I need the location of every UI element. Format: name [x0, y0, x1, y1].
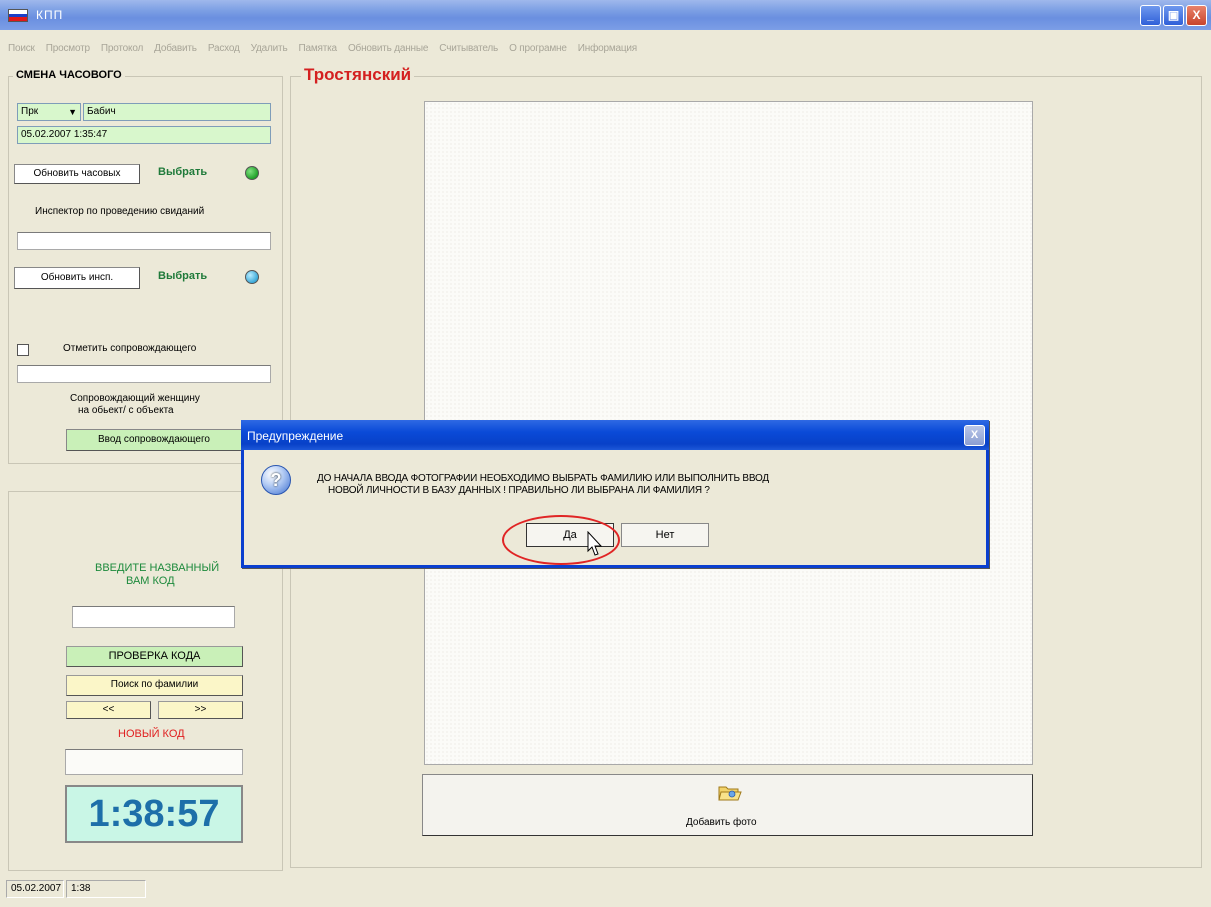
add-photo-button[interactable]: Добавить фото [422, 774, 1033, 836]
dialog-titlebar[interactable]: Предупреждение X [241, 420, 989, 450]
menu-item-reader[interactable]: Считыватель [439, 43, 498, 54]
shift-legend: СМЕНА ЧАСОВОГО [13, 69, 125, 81]
shift-datetime-field[interactable]: 05.02.2007 1:35:47 [17, 126, 271, 144]
menu-bar: Поиск Просмотр Протокол Добавить Расход … [0, 42, 637, 60]
menu-item-expense[interactable]: Расход [208, 43, 240, 54]
menu-item-add[interactable]: Добавить [154, 43, 197, 54]
new-code-label: НОВЫЙ КОД [118, 728, 185, 740]
refresh-guards-button[interactable]: Обновить часовых [14, 164, 140, 184]
russian-flag-icon [8, 9, 28, 22]
menu-item-info[interactable]: Информация [578, 43, 637, 54]
next-button[interactable]: >> [158, 701, 243, 719]
menu-item-protocol[interactable]: Протокол [101, 43, 143, 54]
window-titlebar[interactable]: КПП _ ▣ X [0, 0, 1211, 30]
inspector-field[interactable] [17, 232, 271, 250]
escort-note-line1: Сопровождающий женщину [70, 393, 200, 404]
dialog-close-button[interactable]: X [964, 425, 985, 446]
folder-open-icon [718, 783, 742, 803]
prev-button[interactable]: << [66, 701, 151, 719]
search-surname-button[interactable]: Поиск по фамилии [66, 675, 243, 696]
menu-item-memo[interactable]: Памятка [299, 43, 338, 54]
mark-escort-checkbox[interactable] [17, 344, 29, 356]
choose-guard-label[interactable]: Выбрать [158, 166, 207, 178]
add-photo-label: Добавить фото [686, 817, 757, 828]
status-led-green-icon [245, 166, 259, 180]
guard-name-field[interactable]: Бабич [83, 103, 271, 121]
person-title: Тростянский [301, 65, 415, 85]
minimize-button[interactable]: _ [1140, 5, 1161, 26]
close-button[interactable]: X [1186, 5, 1207, 26]
chevron-down-icon: ▼ [68, 107, 77, 117]
menu-item-delete[interactable]: Удалить [251, 43, 288, 54]
check-code-button[interactable]: ПРОВЕРКА КОДА [66, 646, 243, 667]
dialog-title: Предупреждение [247, 429, 344, 443]
status-led-blue-icon [245, 270, 259, 284]
mouse-cursor-icon [587, 530, 603, 560]
window-title: КПП [36, 8, 64, 22]
maximize-button[interactable]: ▣ [1163, 5, 1184, 26]
code-prompt-line2: ВАМ КОД [126, 575, 175, 587]
code-input[interactable] [72, 606, 235, 628]
dialog-message-line2: НОВОЙ ЛИЧНОСТИ В БАЗУ ДАННЫХ ! ПРАВИЛЬНО… [328, 485, 710, 496]
mark-escort-label: Отметить сопровождающего [63, 343, 197, 354]
new-code-field[interactable] [65, 749, 243, 775]
menu-item-refresh-data[interactable]: Обновить данные [348, 43, 428, 54]
choose-inspector-label[interactable]: Выбрать [158, 270, 207, 282]
dialog-message-line1: ДО НАЧАЛА ВВОДА ФОТОГРАФИИ НЕОБХОДИМО ВЫ… [317, 473, 769, 484]
post-select[interactable]: Прк ▼ [17, 103, 81, 121]
clock-display: 1:38:57 [65, 785, 243, 843]
status-time: 1:38 [66, 880, 146, 898]
question-icon: ? [261, 465, 291, 495]
refresh-inspector-button[interactable]: Обновить инсп. [14, 267, 140, 289]
inspector-label: Инспектор по проведению свиданий [35, 206, 205, 217]
code-prompt-line1: ВВЕДИТЕ НАЗВАННЫЙ [95, 562, 220, 574]
menu-item-about[interactable]: О програмне [509, 43, 567, 54]
menu-item-search[interactable]: Поиск [8, 43, 35, 54]
menu-item-view[interactable]: Просмотр [46, 43, 90, 54]
status-date: 05.02.2007 [6, 880, 64, 898]
escort-note-line2: на обьект/ с объекта [78, 405, 174, 416]
escort-input-button[interactable]: Ввод сопровождающего [66, 429, 242, 451]
dialog-no-button[interactable]: Нет [621, 523, 709, 547]
escort-field[interactable] [17, 365, 271, 383]
